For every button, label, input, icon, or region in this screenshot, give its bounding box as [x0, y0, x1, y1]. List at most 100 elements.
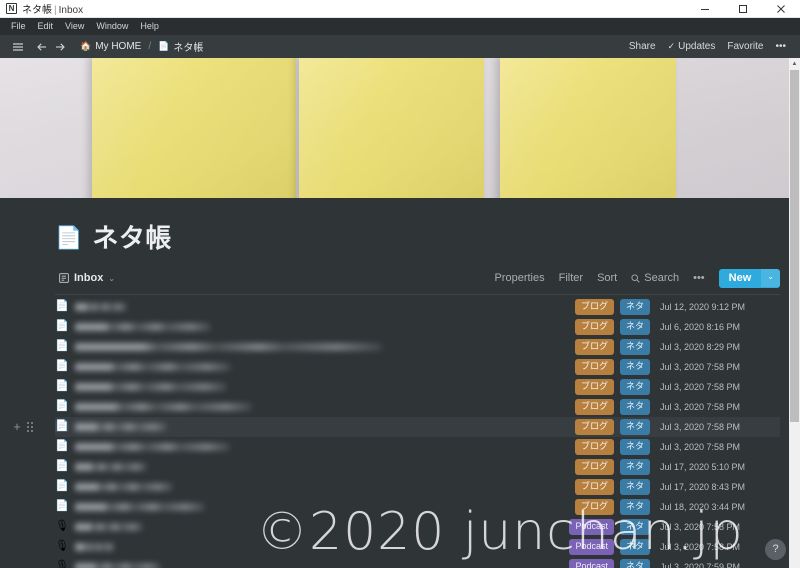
row-title[interactable] [75, 337, 575, 357]
tag-podcast[interactable]: Podcast [569, 558, 614, 568]
tag-neta[interactable]: ネタ [619, 458, 650, 475]
breadcrumb-item-current[interactable]: 📄 ネタ帳 [155, 38, 206, 55]
row-title-redacted [75, 562, 161, 568]
tag-neta[interactable]: ネタ [619, 478, 650, 495]
row-title-redacted [75, 482, 173, 491]
table-row[interactable]: +📄ブログネタJul 3, 2020 7:58 PM [55, 357, 780, 377]
menu-item-edit[interactable]: Edit [32, 19, 60, 34]
tag-blog[interactable]: ブログ [574, 458, 614, 475]
table-row[interactable]: +📄ブログネタJul 3, 2020 8:29 PM [55, 337, 780, 357]
row-title[interactable] [75, 537, 569, 557]
tag-blog[interactable]: ブログ [574, 318, 614, 335]
row-date: Jul 3, 2020 7:58 PM [660, 381, 741, 392]
table-row[interactable]: +📄ブログネタJul 6, 2020 8:16 PM [55, 317, 780, 337]
row-title[interactable] [75, 357, 575, 377]
view-more-button[interactable]: ••• [687, 270, 711, 286]
arrow-right-icon[interactable] [51, 38, 69, 56]
row-date: Jul 17, 2020 8:43 PM [660, 481, 746, 492]
page-title-icon[interactable]: 📄 [55, 227, 82, 249]
scrollbar-thumb[interactable] [790, 70, 799, 422]
scroll-up-arrow-icon[interactable]: ▲ [789, 58, 800, 69]
table-row[interactable]: +📄ブログネタJul 18, 2020 3:44 PM [55, 497, 780, 517]
table-row[interactable]: +📄ブログネタJul 3, 2020 7:58 PM [55, 437, 780, 457]
row-title[interactable] [75, 457, 575, 477]
add-row-icon[interactable]: + [11, 420, 23, 433]
page-title[interactable]: ネタ帳 [92, 224, 172, 253]
tag-blog[interactable]: ブログ [574, 298, 614, 315]
tag-blog[interactable]: ブログ [574, 498, 614, 515]
vertical-scrollbar[interactable]: ▲ [789, 58, 800, 568]
tag-neta[interactable]: ネタ [619, 318, 650, 335]
row-title[interactable] [75, 477, 575, 497]
tag-blog[interactable]: ブログ [574, 378, 614, 395]
menu-item-help[interactable]: Help [134, 19, 165, 34]
tag-neta[interactable]: ネタ [619, 298, 650, 315]
table-row[interactable]: +🎙PodcastネタJul 3, 2020 7:59 PM [55, 557, 780, 568]
tag-blog[interactable]: ブログ [574, 338, 614, 355]
sort-button[interactable]: Sort [591, 270, 623, 286]
table-row[interactable]: +🎙PodcastネタJul 3, 2020 7:58 PM [55, 537, 780, 557]
page-icon: 📄 [55, 320, 69, 333]
row-title[interactable] [75, 397, 575, 417]
tag-blog[interactable]: ブログ [574, 438, 614, 455]
new-button[interactable]: New ⌄ [718, 268, 780, 288]
close-button[interactable] [762, 0, 800, 18]
maximize-button[interactable] [724, 0, 762, 18]
tag-neta[interactable]: ネタ [619, 398, 650, 415]
tag-neta[interactable]: ネタ [619, 558, 650, 568]
table-row[interactable]: +📄ブログネタJul 3, 2020 7:58 PM [13, 416, 780, 437]
view-tab-inbox[interactable]: Inbox ⌄ [55, 270, 119, 286]
tag-podcast[interactable]: Podcast [569, 518, 614, 535]
tag-neta[interactable]: ネタ [619, 538, 650, 555]
tag-neta[interactable]: ネタ [619, 518, 650, 535]
row-title[interactable] [75, 317, 575, 337]
filter-button[interactable]: Filter [553, 270, 589, 286]
table-row[interactable]: +📄ブログネタJul 3, 2020 7:58 PM [55, 377, 780, 397]
help-button[interactable]: ? [765, 539, 786, 560]
share-button[interactable]: Share [623, 39, 662, 54]
tag-neta[interactable]: ネタ [619, 498, 650, 515]
row-date: Jul 17, 2020 5:10 PM [660, 461, 746, 472]
navbar-actions: Share ✓ Updates Favorite ••• [623, 39, 792, 54]
minimize-button[interactable] [686, 0, 724, 18]
new-button-chevron-down-icon[interactable]: ⌄ [761, 269, 780, 287]
search-button[interactable]: Search [625, 270, 685, 286]
row-title[interactable] [75, 437, 575, 457]
row-title[interactable] [75, 557, 569, 568]
table-row[interactable]: +📄ブログネタJul 17, 2020 8:43 PM [55, 477, 780, 497]
row-title-redacted [75, 502, 205, 511]
tag-neta[interactable]: ネタ [619, 418, 650, 435]
arrow-left-icon[interactable] [33, 38, 51, 56]
tag-blog[interactable]: ブログ [574, 398, 614, 415]
menu-item-file[interactable]: File [5, 19, 32, 34]
cover-image[interactable] [0, 58, 800, 198]
row-title[interactable] [75, 517, 569, 537]
more-options-button[interactable]: ••• [769, 39, 792, 54]
breadcrumb-item-home[interactable]: 🏠 My HOME [77, 40, 144, 53]
table-row[interactable]: +📄ブログネタJul 3, 2020 7:58 PM [55, 397, 780, 417]
properties-button[interactable]: Properties [488, 270, 550, 286]
tag-neta[interactable]: ネタ [619, 378, 650, 395]
table-row[interactable]: +🎙PodcastネタJul 3, 2020 7:58 PM [55, 517, 780, 537]
table-row[interactable]: +📄ブログネタJul 17, 2020 5:10 PM [55, 457, 780, 477]
tag-podcast[interactable]: Podcast [569, 538, 614, 555]
tag-blog[interactable]: ブログ [574, 358, 614, 375]
hamburger-menu-icon[interactable] [9, 38, 27, 56]
menu-item-view[interactable]: View [59, 19, 90, 34]
row-title[interactable] [75, 497, 575, 517]
favorite-button[interactable]: Favorite [721, 39, 769, 54]
tag-neta[interactable]: ネタ [619, 358, 650, 375]
row-title[interactable] [75, 377, 575, 397]
tag-blog[interactable]: ブログ [574, 478, 614, 495]
table-row[interactable]: +📄ブログネタJul 12, 2020 9:12 PM [55, 297, 780, 317]
tag-blog[interactable]: ブログ [574, 418, 614, 435]
database-rows: +📄ブログネタJul 12, 2020 9:12 PM+📄ブログネタJul 6,… [13, 297, 780, 568]
tag-neta[interactable]: ネタ [619, 438, 650, 455]
tag-neta[interactable]: ネタ [619, 338, 650, 355]
menu-item-window[interactable]: Window [90, 19, 134, 34]
drag-handle-icon[interactable] [27, 421, 33, 432]
updates-button[interactable]: ✓ Updates [662, 39, 722, 54]
row-title[interactable] [75, 417, 575, 437]
row-title[interactable] [75, 297, 575, 317]
row-tags: ブログ ネタ [574, 358, 650, 375]
